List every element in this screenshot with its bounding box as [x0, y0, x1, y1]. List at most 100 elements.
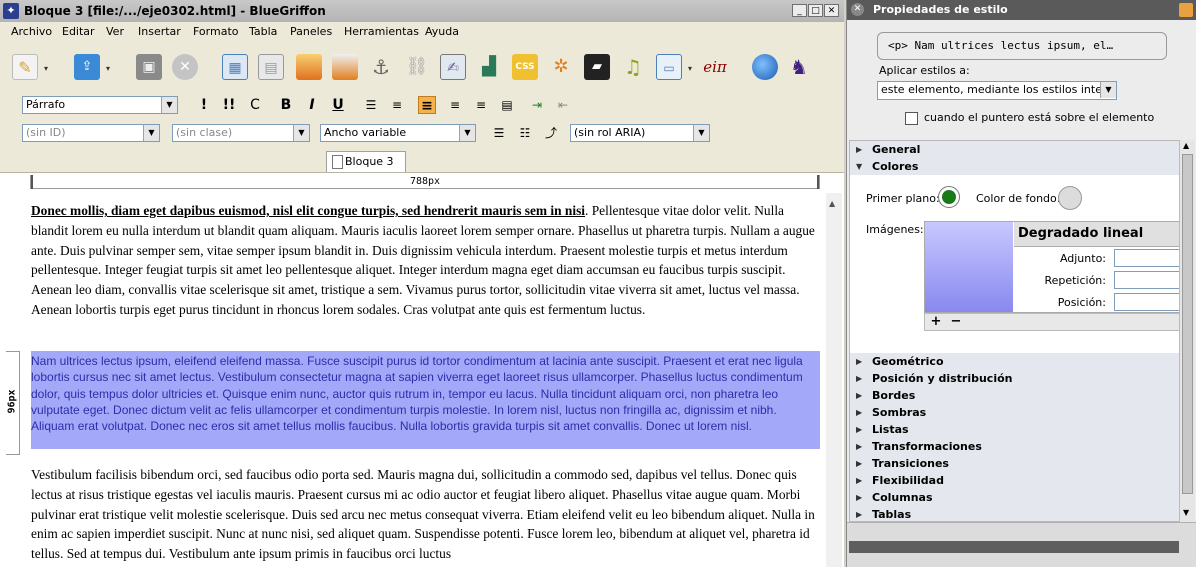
id-select[interactable]: (sin ID) ▼ [22, 124, 160, 142]
new-dropdown-icon[interactable]: ▾ [44, 64, 48, 73]
width-select[interactable]: Ancho variable ▼ [320, 124, 476, 142]
menu-editar[interactable]: Editar [62, 25, 95, 38]
media-icon[interactable]: ▰ [584, 54, 610, 80]
script-icon[interactable]: ✲ [548, 54, 574, 80]
editor-scrollbar[interactable]: ▲ [826, 193, 842, 567]
link-icon[interactable]: ⛓ [404, 54, 430, 80]
horizontal-scrollbar[interactable] [849, 541, 1179, 553]
class-select[interactable]: (sin clase) ▼ [172, 124, 310, 142]
section-listas[interactable]: ▶ Listas [850, 421, 1180, 439]
emphasis-button[interactable]: !! [220, 96, 238, 114]
underline-button[interactable]: U [329, 96, 347, 114]
new-document-icon[interactable]: ✎ [12, 54, 38, 80]
grid-icon[interactable]: ▤ [258, 54, 284, 80]
apply-styles-select[interactable]: este elemento, mediante los estilos inte… [877, 81, 1117, 100]
menu-ver[interactable]: Ver [106, 25, 124, 38]
section-transformaciones[interactable]: ▶ Transformaciones [850, 438, 1180, 456]
image-icon[interactable] [296, 54, 322, 80]
rotate-icon[interactable]: ⤴ [542, 124, 560, 142]
align-left-icon[interactable]: ≡ [418, 96, 436, 114]
video-icon[interactable] [332, 54, 358, 80]
math-icon[interactable]: eiπ [700, 54, 730, 80]
window-dropdown-icon[interactable]: ▾ [688, 64, 692, 73]
editor-area[interactable]: 788px 96px Donec mollis, diam eget dapib… [0, 173, 844, 567]
menu-insertar[interactable]: Insertar [138, 25, 181, 38]
scroll-up-icon[interactable]: ▲ [1183, 141, 1189, 150]
menu-tabla[interactable]: Tabla [249, 25, 277, 38]
menu-herramientas[interactable]: Herramientas [344, 25, 419, 38]
background-images-list[interactable]: Degradado lineal Adjunto: Repetición: Po… [924, 221, 1180, 313]
bullet-list-icon[interactable]: ☰ [362, 96, 380, 114]
table-icon[interactable]: ▦ [222, 54, 248, 80]
ruler-right-handle[interactable] [817, 175, 819, 189]
maximize-button[interactable]: □ [808, 4, 823, 17]
tab-document[interactable]: Bloque 3 [326, 151, 406, 172]
section-posicion[interactable]: ▶ Posición y distribución [850, 370, 1180, 388]
paragraph-format-value: Párrafo [26, 98, 66, 111]
attachment-field[interactable] [1114, 249, 1180, 267]
paragraph-selected[interactable]: Nam ultrices lectus ipsum, eleifend elei… [31, 351, 820, 449]
foreground-color-swatch[interactable] [938, 186, 960, 208]
strong-button[interactable]: ! [195, 96, 213, 114]
background-color-swatch[interactable] [1058, 186, 1082, 210]
section-flexibilidad[interactable]: ▶ Flexibilidad [850, 472, 1180, 490]
gradient-preview[interactable] [925, 222, 1013, 312]
aria-role-select[interactable]: (sin rol ARIA) ▼ [570, 124, 710, 142]
section-columnas[interactable]: ▶ Columnas [850, 489, 1180, 507]
bold-button[interactable]: B [277, 96, 295, 114]
indent-icon[interactable]: ⇥ [528, 96, 546, 114]
scroll-up-icon[interactable]: ▲ [829, 199, 835, 208]
section-general[interactable]: ▶ General [850, 141, 1180, 159]
numbered-list-icon[interactable]: ≡ [388, 96, 406, 114]
section-sombras[interactable]: ▶ Sombras [850, 404, 1180, 422]
align-justify-icon[interactable]: ▤ [498, 96, 516, 114]
chevron-right-icon: ▶ [856, 357, 863, 366]
pin-icon[interactable] [1179, 3, 1193, 17]
element-selector[interactable]: <p> Nam ultrices lectus ipsum, el… [877, 32, 1167, 60]
web-icon[interactable] [752, 54, 778, 80]
outdent-icon[interactable]: ⇤ [554, 96, 572, 114]
add-image-button[interactable]: + [927, 314, 945, 330]
section-bordes[interactable]: ▶ Bordes [850, 387, 1180, 405]
publish-dropdown-icon[interactable]: ▾ [106, 64, 110, 73]
align-right-icon[interactable]: ≡ [472, 96, 490, 114]
scroll-down-icon[interactable]: ▼ [1183, 508, 1189, 517]
menu-formato[interactable]: Formato [193, 25, 239, 38]
remove-image-button[interactable]: − [947, 314, 965, 330]
section-colores[interactable]: ▼ Colores [850, 158, 1180, 176]
save-icon[interactable]: ▣ [136, 54, 162, 80]
close-icon[interactable]: ✕ [851, 3, 864, 16]
anchor-icon[interactable]: ⚓ [368, 54, 394, 80]
menu-ayuda[interactable]: Ayuda [425, 25, 459, 38]
menu-archivo[interactable]: Archivo [11, 25, 52, 38]
panel-scrollbar[interactable]: ▲ ▼ [1179, 140, 1195, 522]
form-icon[interactable]: ✍ [440, 54, 466, 80]
paragraph-format-select[interactable]: Párrafo ▼ [22, 96, 178, 114]
menu-paneles[interactable]: Paneles [290, 25, 332, 38]
paragraph-1[interactable]: Donec mollis, diam eget dapibus euismod,… [31, 201, 820, 320]
minimize-button[interactable]: _ [792, 4, 807, 17]
publish-icon[interactable]: ⇪ [74, 54, 100, 80]
css-icon[interactable]: CSS [512, 54, 538, 80]
code-button[interactable]: C [246, 96, 264, 114]
paragraph-3[interactable]: Vestibulum facilisis bibendum orci, sed … [31, 465, 820, 564]
vertical-height-ruler[interactable]: 96px [6, 351, 20, 455]
flow-icon[interactable]: ☰ [490, 124, 508, 142]
repeat-field[interactable] [1114, 271, 1180, 289]
align-center-icon[interactable]: ≡ [446, 96, 464, 114]
position-field[interactable] [1114, 293, 1180, 311]
scrollbar-thumb[interactable] [1182, 154, 1193, 494]
window-icon[interactable]: ▭ [656, 54, 682, 80]
audio-icon[interactable]: ♫ [620, 54, 646, 80]
hover-checkbox[interactable] [905, 112, 918, 125]
section-geometrico[interactable]: ▶ Geométrico [850, 353, 1180, 371]
section-tablas[interactable]: ▶ Tablas [850, 506, 1180, 521]
close-document-icon[interactable]: ✕ [172, 54, 198, 80]
close-window-button[interactable]: ✕ [824, 4, 839, 17]
wrap-icon[interactable]: ☷ [516, 124, 534, 142]
section-transiciones[interactable]: ▶ Transiciones [850, 455, 1180, 473]
horizontal-width-ruler[interactable]: 788px [30, 175, 820, 189]
italic-button[interactable]: I [303, 96, 321, 114]
chart-icon[interactable]: ▟ [476, 54, 502, 80]
title-bar: ✦ Bloque 3 [file:/.../eje0302.html] - Bl… [0, 0, 844, 23]
